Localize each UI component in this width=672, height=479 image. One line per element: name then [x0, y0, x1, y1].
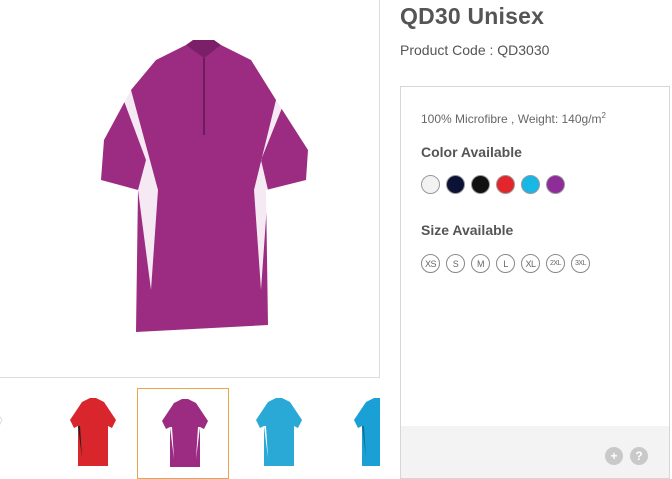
size-chip-xl[interactable]: XL: [521, 254, 540, 273]
main-product-image[interactable]: [0, 0, 380, 378]
color-swatch[interactable]: [496, 175, 515, 194]
color-available-heading: Color Available: [421, 144, 522, 160]
panel-footer: + ?: [401, 426, 669, 478]
material-text: 100% Microfibre , Weight: 140g/m: [421, 112, 602, 126]
material-superscript: 2: [601, 111, 606, 120]
color-swatch[interactable]: [521, 175, 540, 194]
thumbnail-strip: [0, 388, 380, 479]
color-swatch[interactable]: [421, 175, 440, 194]
product-details-panel: 100% Microfibre , Weight: 140g/m2 Color …: [400, 86, 670, 479]
size-options: XS S M L XL 2XL 3XL: [421, 254, 590, 273]
size-chip-3xl[interactable]: 3XL: [571, 254, 590, 273]
material-description: 100% Microfibre , Weight: 140g/m2: [421, 111, 606, 126]
size-chip-2xl[interactable]: 2XL: [546, 254, 565, 273]
color-swatch[interactable]: [446, 175, 465, 194]
size-chip-m[interactable]: M: [471, 254, 490, 273]
size-chip-l[interactable]: L: [496, 254, 515, 273]
product-code: Product Code : QD3030: [400, 42, 550, 58]
thumbnail-red[interactable]: [46, 388, 138, 479]
thumbnail-blue[interactable]: [232, 388, 324, 479]
color-swatches: [421, 175, 565, 194]
thumbnail-purple-selected[interactable]: [137, 388, 229, 479]
size-chip-xs[interactable]: XS: [421, 254, 440, 273]
help-icon[interactable]: ?: [630, 447, 648, 465]
size-available-heading: Size Available: [421, 222, 514, 238]
color-swatch[interactable]: [471, 175, 490, 194]
polo-shirt-image: [101, 40, 308, 332]
color-swatch[interactable]: [546, 175, 565, 194]
size-chip-s[interactable]: S: [446, 254, 465, 273]
plus-icon[interactable]: +: [605, 447, 623, 465]
thumbnail-white[interactable]: [0, 388, 24, 479]
product-title: QD30 Unisex: [400, 3, 545, 29]
thumbnail-cyan[interactable]: [330, 388, 380, 479]
